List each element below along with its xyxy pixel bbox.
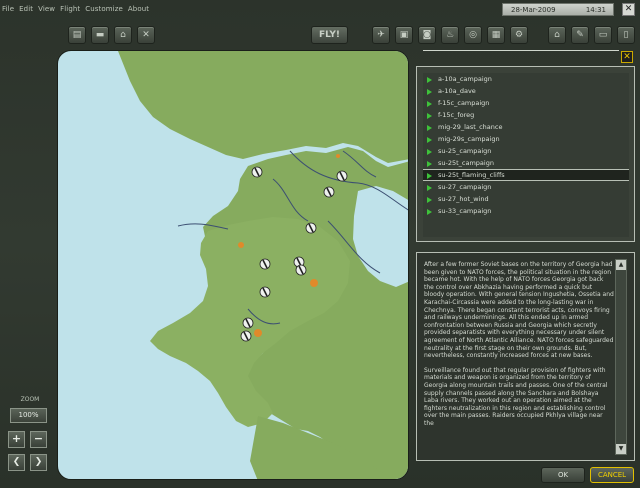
briefing-text: After a few former Soviet bases on the t… (424, 261, 614, 457)
campaign-name: f-15c_foreg (438, 111, 475, 119)
gear-icon[interactable]: ⚙ (510, 26, 528, 44)
date-time-display: 28-Mar-2009 14:31 (502, 3, 614, 16)
airfield-marker[interactable] (336, 170, 348, 182)
campaign-list-item[interactable]: f-15c_campaign (423, 97, 629, 109)
time-text: 14:31 (585, 5, 606, 14)
objective-marker (310, 279, 318, 287)
airfield-marker[interactable] (240, 330, 252, 342)
zoom-out-button[interactable]: − (30, 431, 47, 448)
campaign-list-item[interactable]: su-25t_flaming_cliffs (423, 169, 629, 181)
map-canvas[interactable] (58, 51, 409, 480)
campaign-name: su-27_campaign (438, 183, 492, 191)
briefing-paragraph: After a few former Soviet bases on the t… (424, 261, 614, 360)
campaign-list-item[interactable]: su-25t_campaign (423, 157, 629, 169)
scroll-up-button[interactable]: ▲ (616, 260, 626, 270)
flag-icon (427, 184, 432, 191)
zoom-label: ZOOM (20, 396, 40, 403)
map-view[interactable] (57, 50, 409, 480)
menu-about[interactable]: About (128, 5, 149, 13)
airfield-marker[interactable] (323, 186, 335, 198)
menu-edit[interactable]: Edit (19, 5, 33, 13)
campaign-name: f-15c_campaign (438, 99, 490, 107)
flag-icon (427, 112, 432, 119)
target-icon[interactable]: ◎ (464, 26, 482, 44)
objective-marker (336, 154, 340, 158)
campaign-list-item[interactable]: a-10a_campaign (423, 73, 629, 85)
menu-flight[interactable]: Flight (60, 5, 80, 13)
menu-view[interactable]: View (38, 5, 55, 13)
briefing-scrollbar[interactable]: ▲ ▼ (615, 259, 627, 455)
campaign-name: su-25t_campaign (438, 159, 494, 167)
ok-button[interactable]: OK (541, 467, 585, 483)
campaign-list-panel: a-10a_campaign a-10a_dave f-15c_campaign f-… (416, 66, 635, 242)
window-close-button[interactable]: ✕ (622, 3, 635, 16)
campaign-list-item[interactable]: su-27_campaign (423, 181, 629, 193)
campaign-name: mig-29s_campaign (438, 135, 500, 143)
flag-icon (427, 160, 432, 167)
campaign-list[interactable]: a-10a_campaign a-10a_dave f-15c_campaign f-… (423, 73, 629, 237)
campaign-name: su-25_campaign (438, 147, 492, 155)
campaign-list-item[interactable]: a-10a_dave (423, 85, 629, 97)
campaign-name: a-10a_dave (438, 87, 476, 95)
objective-marker (238, 242, 244, 248)
briefing-panel: After a few former Soviet bases on the t… (416, 252, 635, 461)
wrench-icon[interactable]: ✎ (571, 26, 589, 44)
flag-icon (427, 100, 432, 107)
campaign-name: su-33_campaign (438, 207, 492, 215)
airfield-marker[interactable] (305, 222, 317, 234)
briefing-paragraph: Surveillance found out that regular prov… (424, 366, 608, 427)
flag-icon (427, 148, 432, 155)
airfield-marker[interactable] (259, 286, 271, 298)
zoom-in-button[interactable]: + (8, 431, 25, 448)
page-icon[interactable]: ▯ (617, 26, 635, 44)
panel-divider (423, 50, 619, 51)
campaign-name: mig-29_last_chance (438, 123, 503, 131)
campaign-list-item[interactable]: f-15c_foreg (423, 109, 629, 121)
flag-icon (427, 172, 432, 179)
date-text: 28-Mar-2009 (511, 5, 556, 14)
panel-close-button[interactable]: ✕ (621, 51, 633, 63)
flag-icon (427, 124, 432, 131)
campaign-list-item[interactable]: su-25_campaign (423, 145, 629, 157)
print-icon[interactable]: ⌂ (114, 26, 132, 44)
flame-icon[interactable]: ♨ (441, 26, 459, 44)
flag-icon (427, 196, 432, 203)
chart-icon[interactable]: ▦ (487, 26, 505, 44)
menu-file[interactable]: File (2, 5, 14, 13)
campaign-name: a-10a_campaign (438, 75, 492, 83)
campaign-list-item[interactable]: su-27_hot_wind (423, 193, 629, 205)
north-land (118, 51, 408, 163)
airfield-marker[interactable] (251, 166, 263, 178)
airfield-marker[interactable] (259, 258, 271, 270)
campaign-list-item[interactable]: mig-29s_campaign (423, 133, 629, 145)
aircraft-icon[interactable]: ✈ (372, 26, 390, 44)
flag-icon (427, 88, 432, 95)
flag-icon (427, 136, 432, 143)
open-folder-icon[interactable]: ▤ (68, 26, 86, 44)
campaign-list-item[interactable]: mig-29_last_chance (423, 121, 629, 133)
campaign-name: su-27_hot_wind (438, 195, 489, 203)
flag-icon (427, 76, 432, 83)
campaign-name: su-25t_flaming_cliffs (438, 171, 505, 179)
camera-icon[interactable]: ◙ (418, 26, 436, 44)
menu-customize[interactable]: Customize (85, 5, 123, 13)
airfield-marker[interactable] (295, 264, 307, 276)
campaign-list-item[interactable]: su-33_campaign (423, 205, 629, 217)
lock-icon[interactable]: ▣ (395, 26, 413, 44)
briefcase-icon[interactable]: ▭ (594, 26, 612, 44)
flag-icon (427, 208, 432, 215)
scroll-down-button[interactable]: ▼ (616, 444, 626, 454)
fly-button[interactable]: FLY! (311, 26, 348, 44)
zoom-level: 100% (10, 408, 47, 423)
objective-marker (254, 329, 262, 337)
tools-icon[interactable]: ✕ (137, 26, 155, 44)
cancel-button[interactable]: CANCEL (590, 467, 634, 483)
home-icon[interactable]: ⌂ (548, 26, 566, 44)
save-icon[interactable]: ▬ (91, 26, 109, 44)
airfield-marker[interactable] (242, 317, 254, 329)
pan-left-button[interactable]: ❮ (8, 454, 25, 471)
pan-right-button[interactable]: ❯ (30, 454, 47, 471)
